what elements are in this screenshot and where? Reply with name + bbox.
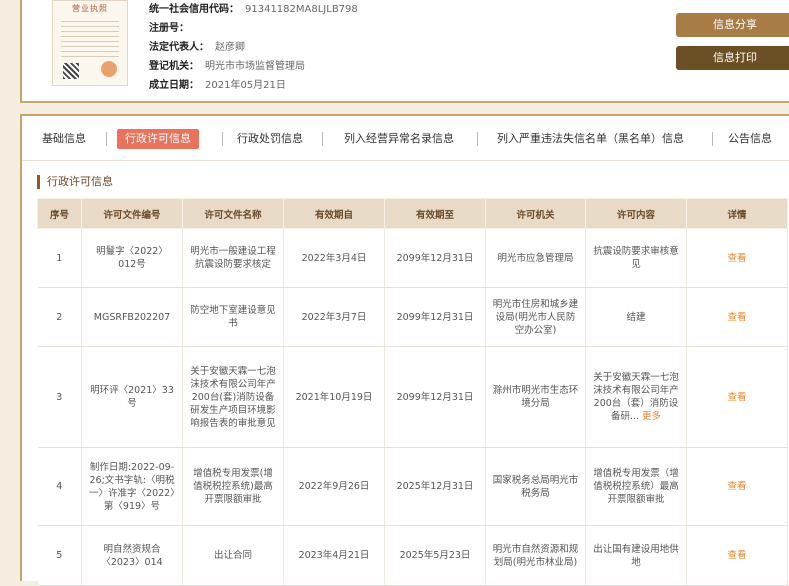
- detail-link[interactable]: 查看: [727, 550, 746, 561]
- tab-abnormal-list[interactable]: 列入经营异常名录信息: [344, 129, 454, 149]
- tab-blacklist[interactable]: 列入严重违法失信名单（黑名单）信息: [497, 129, 684, 149]
- info-panel: 基础信息 行政许可信息 行政处罚信息 列入经营异常名录信息 列入严重违法失信名单…: [20, 114, 789, 586]
- detail-link[interactable]: 查看: [727, 392, 746, 403]
- tab-basic-info[interactable]: 基础信息: [42, 129, 86, 149]
- table-row: 5 明自然资规合〈2023〉014 出让合同 2023年4月21日 2025年5…: [37, 525, 788, 586]
- detail-link[interactable]: 查看: [727, 312, 746, 323]
- info-row-reg-no: 注册号：: [149, 23, 189, 34]
- more-link[interactable]: 更多: [642, 411, 661, 422]
- col-header: 许可内容: [585, 198, 687, 229]
- company-info: 统一社会信用代码： 91341182MA8LJLB798 注册号： 法定代表人：赵…: [149, 0, 358, 95]
- table-row: 4 制作日期:2022-09-26;文书字轨:〈明税一〉许准字〈2022〉第〈9…: [37, 447, 788, 526]
- col-header: 许可机关: [485, 198, 586, 229]
- info-row-credit-code: 统一社会信用代码： 91341182MA8LJLB798: [149, 4, 358, 15]
- business-license-image[interactable]: 营业执照: [52, 0, 128, 86]
- info-row-founded: 成立日期： 2021年05月21日: [149, 80, 286, 91]
- table-header-row: 序号 许可文件编号 许可文件名称 有效期自 有效期至 许可机关 许可内容 详情: [37, 198, 788, 229]
- info-row-authority: 登记机关： 明光市市场监督管理局: [149, 61, 305, 72]
- detail-link[interactable]: 查看: [727, 481, 746, 492]
- tab-admin-license[interactable]: 行政许可信息: [117, 129, 199, 149]
- license-table: 序号 许可文件编号 许可文件名称 有效期自 有效期至 许可机关 许可内容 详情 …: [37, 198, 788, 586]
- col-header: 序号: [37, 198, 82, 229]
- col-header: 有效期自: [283, 198, 385, 229]
- detail-link[interactable]: 查看: [727, 253, 746, 264]
- seal-icon: [101, 61, 117, 77]
- print-button[interactable]: 信息打印: [676, 46, 789, 70]
- company-card: 营业执照 统一社会信用代码： 91341182MA8LJLB798 注册号： 法定…: [20, 0, 789, 103]
- col-header: 详情: [686, 198, 788, 229]
- col-header: 许可文件名称: [182, 198, 284, 229]
- table-row: 1 明鬘字〈2022〉012号 明光市一般建设工程抗震设防要求核定 2022年3…: [37, 228, 788, 288]
- table-row: 3 明环评〈2021〉33号 关于安徽天霖一七泡沫技术有限公司年产200台(套)…: [37, 346, 788, 448]
- col-header: 有效期至: [384, 198, 486, 229]
- table-row: 2 MGSRFB202207 防空地下室建设意见书 2022年3月7日 2099…: [37, 287, 788, 347]
- tab-bar: 基础信息 行政许可信息 行政处罚信息 列入经营异常名录信息 列入严重违法失信名单…: [22, 116, 789, 161]
- tab-announcement[interactable]: 公告信息: [728, 129, 772, 149]
- section-title: 行政许可信息: [37, 175, 113, 189]
- col-header: 许可文件编号: [81, 198, 183, 229]
- license-title: 营业执照: [72, 4, 108, 13]
- qr-code-icon: [63, 63, 79, 79]
- share-button[interactable]: 信息分享: [676, 13, 789, 37]
- tab-admin-penalty[interactable]: 行政处罚信息: [237, 129, 303, 149]
- info-row-legal-rep: 法定代表人： 赵彦卿: [149, 42, 245, 53]
